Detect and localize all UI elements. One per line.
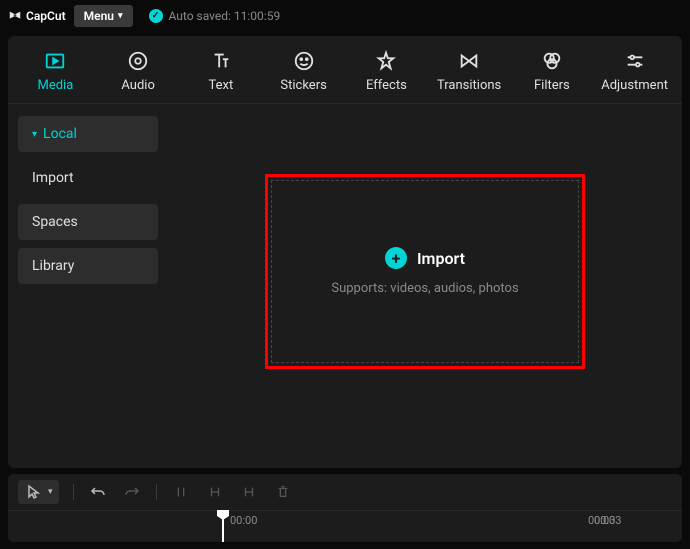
menu-button[interactable]: Menu ▾	[74, 5, 133, 27]
sidebar-item-label: Import	[32, 170, 74, 186]
app-name: CapCut	[26, 9, 66, 23]
autosave-status: ✓ Auto saved: 11:00:59	[149, 9, 281, 23]
playhead[interactable]	[222, 511, 224, 542]
tab-label: Audio	[121, 78, 154, 93]
tab-transitions[interactable]: Transitions	[428, 46, 511, 103]
timeline-toolbar: ▾	[8, 474, 682, 511]
cursor-icon	[24, 482, 44, 502]
stickers-icon	[293, 50, 315, 72]
time-label-2: 00:03	[594, 514, 621, 527]
text-icon	[210, 50, 232, 72]
autosave-text: Auto saved: 11:00:59	[169, 9, 281, 23]
content-area: Local Import Spaces Library + Import Sup…	[8, 103, 682, 468]
tab-label: Text	[209, 78, 234, 93]
media-icon	[44, 50, 66, 72]
sidebar-item-library[interactable]: Library	[18, 248, 158, 284]
capcut-logo-icon	[8, 9, 22, 23]
timeline-ruler[interactable]: 00:00 00:03 00:03	[8, 511, 682, 542]
tab-label: Stickers	[280, 78, 326, 93]
tab-audio[interactable]: Audio	[97, 46, 180, 103]
app-logo: CapCut	[8, 9, 66, 23]
redo-button[interactable]	[122, 482, 142, 502]
filters-icon	[541, 50, 563, 72]
chevron-down-icon: ▾	[48, 487, 53, 497]
check-icon: ✓	[149, 9, 163, 23]
main-panel: Media Audio Text Stickers Effects	[8, 36, 682, 468]
undo-button[interactable]	[88, 482, 108, 502]
import-row: + Import	[385, 247, 465, 269]
tab-bar: Media Audio Text Stickers Effects	[8, 36, 682, 103]
sidebar-item-import[interactable]: Import	[18, 160, 158, 196]
titlebar: CapCut Menu ▾ ✓ Auto saved: 11:00:59	[0, 0, 690, 32]
chevron-down-icon: ▾	[118, 11, 123, 21]
tab-filters[interactable]: Filters	[511, 46, 594, 103]
time-label-start: 00:00	[230, 514, 257, 527]
sidebar-item-label: Local	[43, 126, 77, 142]
tab-label: Effects	[366, 78, 407, 93]
drop-area-container: + Import Supports: videos, audios, photo…	[168, 104, 682, 468]
timeline-panel: ▾ 00:00 00:03 00:03	[8, 474, 682, 542]
import-label: Import	[417, 249, 465, 268]
sidebar: Local Import Spaces Library	[8, 104, 168, 468]
effects-icon	[375, 50, 397, 72]
sidebar-item-local[interactable]: Local	[18, 116, 158, 152]
tab-text[interactable]: Text	[180, 46, 263, 103]
trim-left-button[interactable]	[205, 482, 225, 502]
plus-icon: +	[385, 247, 407, 269]
import-drop-area[interactable]: + Import Supports: videos, audios, photo…	[265, 174, 585, 369]
sidebar-item-label: Library	[32, 258, 74, 274]
sidebar-item-label: Spaces	[32, 214, 78, 230]
trim-right-button[interactable]	[239, 482, 259, 502]
tab-label: Filters	[534, 78, 570, 93]
tab-effects[interactable]: Effects	[345, 46, 428, 103]
supports-text: Supports: videos, audios, photos	[331, 281, 518, 296]
divider	[73, 484, 74, 500]
tab-label: Media	[37, 78, 73, 93]
split-button[interactable]	[171, 482, 191, 502]
adjustment-icon	[624, 50, 646, 72]
selection-tool-group[interactable]: ▾	[18, 480, 59, 504]
tab-media[interactable]: Media	[14, 46, 97, 103]
audio-icon	[127, 50, 149, 72]
tab-label: Adjustment	[601, 78, 668, 93]
tab-label: Transitions	[437, 78, 501, 93]
delete-button[interactable]	[273, 482, 293, 502]
menu-label: Menu	[84, 9, 114, 23]
transitions-icon	[458, 50, 480, 72]
tab-stickers[interactable]: Stickers	[262, 46, 345, 103]
divider	[156, 484, 157, 500]
sidebar-item-spaces[interactable]: Spaces	[18, 204, 158, 240]
tab-adjustment[interactable]: Adjustment	[593, 46, 676, 103]
